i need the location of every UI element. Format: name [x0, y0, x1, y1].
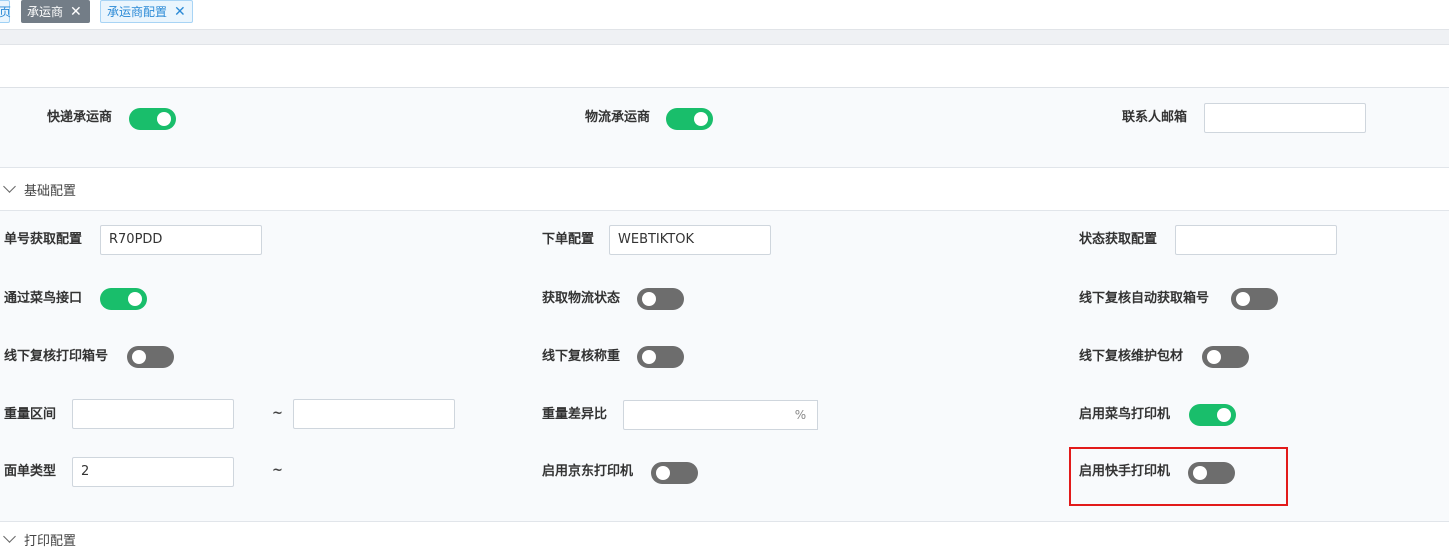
toggle-knob: [656, 466, 670, 480]
cainiao-printer-label: 启用菜鸟打印机: [1079, 407, 1171, 422]
tab-bar: 页 承运商 ✕ 承运商配置 ✕: [0, 0, 1449, 29]
tab-label: 承运商配置: [107, 5, 168, 19]
jd-printer-toggle[interactable]: [651, 462, 698, 484]
jd-printer-label: 启用京东打印机: [542, 464, 634, 479]
tab-label: 页: [0, 5, 12, 19]
weight-range-label: 重量区间: [4, 407, 57, 422]
weight-range-min-input[interactable]: [72, 399, 234, 429]
print-box-no-toggle[interactable]: [127, 346, 174, 368]
cainiao-interface-toggle[interactable]: [100, 288, 147, 310]
print-box-no-label: 线下复核打印箱号: [4, 349, 109, 364]
basic-config-header[interactable]: 基础配置: [0, 168, 1449, 211]
section-title: 基础配置: [24, 183, 77, 199]
auto-box-no-label: 线下复核自动获取箱号: [1079, 291, 1210, 306]
contact-email-input[interactable]: [1204, 103, 1366, 133]
auto-box-no-toggle[interactable]: [1231, 288, 1278, 310]
carrier-type-panel: 快递承运商 物流承运商 联系人邮箱: [0, 88, 1449, 168]
percent-suffix: %: [784, 400, 818, 430]
tab-carrier[interactable]: 承运商 ✕: [21, 0, 90, 23]
chevron-down-icon: [3, 180, 16, 193]
logistics-carrier-toggle[interactable]: [666, 108, 713, 130]
cainiao-interface-label: 通过菜鸟接口: [4, 291, 83, 306]
tab-carrier-config[interactable]: 承运商配置 ✕: [100, 0, 193, 23]
express-carrier-label: 快递承运商: [47, 110, 113, 125]
weighing-label: 线下复核称重: [542, 349, 621, 364]
packaging-label: 线下复核维护包材: [1079, 349, 1184, 364]
close-icon[interactable]: ✕: [174, 5, 186, 19]
toggle-knob: [157, 112, 171, 126]
waybill-config-input[interactable]: R70PDD: [100, 225, 262, 255]
toggle-knob: [694, 112, 708, 126]
waybill-type-label: 面单类型: [4, 464, 57, 479]
range-separator: ~: [272, 463, 283, 478]
cainiao-printer-toggle[interactable]: [1189, 404, 1236, 426]
chevron-down-icon: [3, 530, 16, 543]
weight-diff-input[interactable]: [623, 400, 785, 430]
order-config-input[interactable]: WEBTIKTOK: [609, 225, 771, 255]
packaging-toggle[interactable]: [1202, 346, 1249, 368]
tab-home[interactable]: 页: [0, 0, 12, 23]
order-config-label: 下单配置: [542, 232, 595, 247]
waybill-type-input[interactable]: 2: [72, 457, 234, 487]
status-config-label: 状态获取配置: [1079, 232, 1158, 247]
print-config-header[interactable]: 打印配置: [0, 522, 1449, 556]
tab-label: 承运商: [27, 5, 64, 19]
toggle-knob: [128, 292, 142, 306]
range-separator: ~: [272, 406, 283, 421]
logistics-status-label: 获取物流状态: [542, 291, 621, 306]
express-carrier-toggle[interactable]: [129, 108, 176, 130]
close-icon[interactable]: ✕: [70, 5, 82, 19]
waybill-config-label: 单号获取配置: [4, 232, 83, 247]
toggle-knob: [132, 350, 146, 364]
toggle-knob: [642, 350, 656, 364]
status-config-input[interactable]: [1175, 225, 1337, 255]
highlight-box: [1069, 447, 1288, 506]
toggle-knob: [1217, 408, 1231, 422]
toggle-knob: [642, 292, 656, 306]
toggle-knob: [1207, 350, 1221, 364]
header-area: [0, 45, 1449, 88]
contact-email-label: 联系人邮箱: [1122, 110, 1188, 125]
toggle-knob: [1236, 292, 1250, 306]
weight-diff-label: 重量差异比: [542, 407, 608, 422]
section-title: 打印配置: [24, 533, 77, 549]
toolbar-strip: [0, 29, 1449, 45]
logistics-carrier-label: 物流承运商: [585, 110, 651, 125]
weight-range-max-input[interactable]: [293, 399, 455, 429]
logistics-status-toggle[interactable]: [637, 288, 684, 310]
weighing-toggle[interactable]: [637, 346, 684, 368]
